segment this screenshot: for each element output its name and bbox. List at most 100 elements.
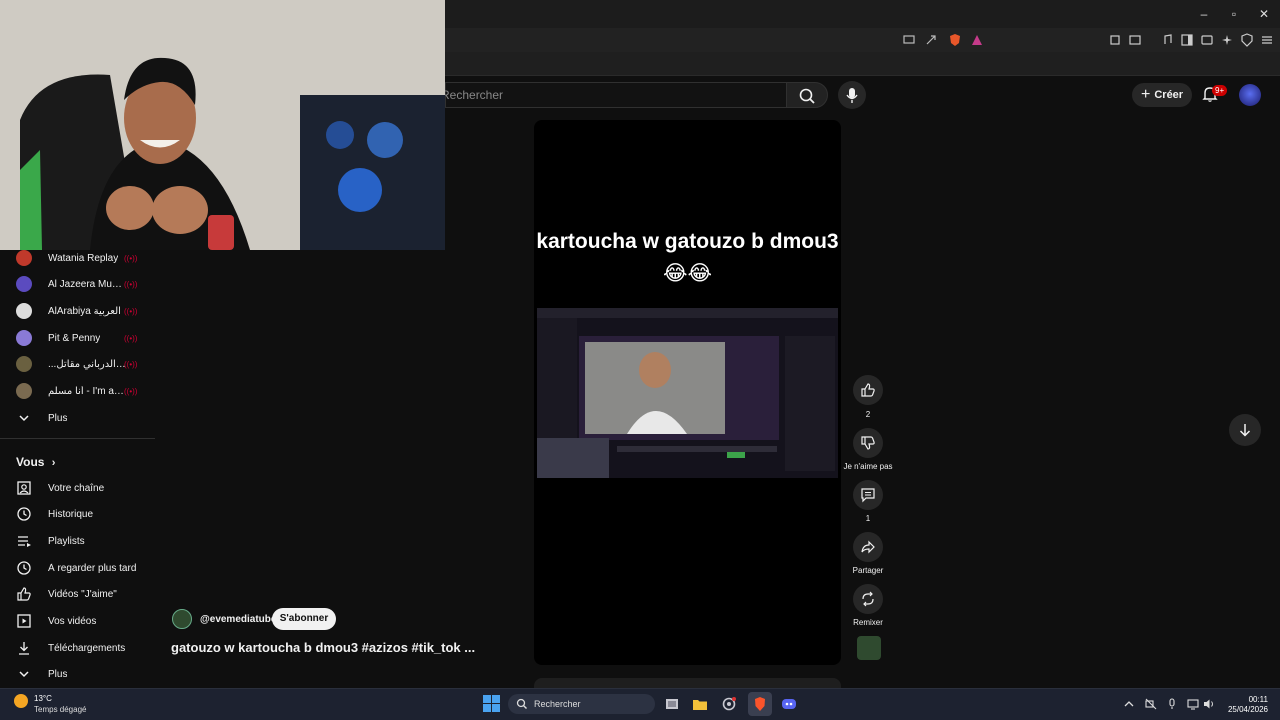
microphone-tray-icon[interactable] — [1166, 698, 1178, 710]
remix-button[interactable] — [853, 584, 883, 614]
plus-icon: + — [1141, 86, 1151, 103]
channel-avatar — [16, 330, 32, 346]
discord-button[interactable] — [781, 696, 797, 712]
sidebar-toggle-icon[interactable] — [1180, 33, 1194, 47]
sidebar-item-liked-videos[interactable]: Vidéos "J'aime" — [0, 581, 155, 607]
clock-date[interactable]: 25/04/2026 — [1224, 705, 1268, 714]
minimize-button[interactable]: – — [1196, 6, 1212, 22]
live-indicator-icon: ((•)) — [124, 279, 138, 289]
screenshot-icon[interactable] — [1128, 33, 1142, 47]
share-icon — [861, 540, 875, 554]
sidebar-item-label: Vidéos "J'aime" — [48, 588, 117, 600]
weather-temperature[interactable]: 13°C — [34, 694, 52, 703]
sidebar-item-history[interactable]: Historique — [0, 501, 155, 527]
sidebar-channel-aljazeera[interactable]: Al Jazeera Muba... ((•)) — [0, 271, 155, 297]
close-window-button[interactable]: ✕ — [1256, 6, 1272, 22]
volume-icon[interactable] — [1203, 698, 1215, 710]
sidebar-channel-label: AlArabiya العربية — [48, 305, 121, 317]
sidebar-show-more[interactable]: Plus — [0, 405, 155, 431]
sidebar-item-label: À regarder plus tard — [48, 562, 137, 574]
sidebar-channel-alarabiya[interactable]: AlArabiya العربية ((•)) — [0, 298, 155, 324]
channel-avatar — [16, 383, 32, 399]
sidebar-item-your-videos[interactable]: Vos vidéos — [0, 608, 155, 634]
next-video-button[interactable] — [1229, 414, 1261, 446]
channel-avatar[interactable] — [172, 609, 192, 629]
sidebar-item-label: Playlists — [48, 535, 85, 547]
sidebar-item-label: Vos vidéos — [48, 615, 97, 627]
sidebar-channel-label: أنا مسلم - I'm a Mus... — [48, 385, 126, 397]
weather-icon[interactable] — [14, 694, 28, 708]
account-avatar[interactable] — [1239, 84, 1261, 106]
sidebar-item-label: Historique — [48, 508, 94, 520]
brave-lion-icon — [755, 697, 765, 711]
sidebar-item-playlists[interactable]: Playlists — [0, 528, 155, 554]
windows-start-icon — [483, 695, 500, 712]
maximize-button[interactable]: ▫ — [1226, 6, 1242, 22]
sidebar-you-header[interactable]: Vous › — [16, 455, 55, 469]
start-button[interactable] — [483, 695, 500, 712]
dislike-label: Je n'aime pas — [843, 462, 893, 471]
microphone-icon — [846, 88, 858, 103]
sound-source-avatar[interactable] — [857, 636, 881, 660]
task-view-icon — [666, 699, 678, 709]
brave-shield-icon[interactable] — [948, 33, 962, 47]
weather-description[interactable]: Temps dégagé — [34, 705, 86, 714]
sidebar-item-your-channel[interactable]: Votre chaîne — [0, 475, 155, 501]
gear-icon — [722, 697, 736, 711]
sidebar-channel-label: Al Jazeera Muba... — [48, 278, 126, 290]
sidebar-more-label: Plus — [48, 668, 68, 680]
clock-icon — [16, 560, 32, 576]
sidebar-item-downloads[interactable]: Téléchargements — [0, 635, 155, 661]
thumb-down-icon — [861, 436, 875, 450]
thumb-up-icon — [16, 586, 32, 602]
sidebar-channel-pit-penny[interactable]: Pit & Penny ((•)) — [0, 325, 155, 351]
voice-search-button[interactable] — [838, 81, 866, 109]
sidebar-item-watch-later[interactable]: À regarder plus tard — [0, 555, 155, 581]
channel-avatar — [16, 356, 32, 372]
history-icon — [16, 506, 32, 522]
vpn-icon[interactable] — [1240, 33, 1254, 47]
network-icon[interactable] — [1187, 698, 1199, 710]
channel-avatar — [16, 276, 32, 292]
dislike-button[interactable] — [853, 428, 883, 458]
brave-browser-button[interactable] — [748, 692, 772, 716]
menu-icon[interactable] — [1260, 33, 1274, 47]
subscribe-button[interactable]: S'abonner — [272, 608, 336, 630]
create-label: Créer — [1154, 89, 1184, 101]
channel-name[interactable]: @evemediatube — [200, 614, 276, 625]
settings-app-button[interactable] — [721, 696, 737, 712]
task-view-button[interactable] — [664, 696, 680, 712]
sidebar-channel-im-a-muslim[interactable]: أنا مسلم - I'm a Mus... ((•)) — [0, 378, 155, 404]
share-page-icon[interactable] — [924, 33, 938, 47]
clock-time[interactable]: 00:11 — [1238, 695, 1268, 704]
search-button[interactable] — [786, 82, 828, 108]
video-title[interactable]: gatouzo w kartoucha b dmou3 #azizos #tik… — [171, 640, 475, 655]
brave-rewards-icon[interactable] — [970, 33, 984, 47]
comments-button[interactable] — [853, 480, 883, 510]
chevron-right-icon: › — [51, 457, 56, 469]
leo-ai-icon[interactable] — [1220, 33, 1234, 47]
tray-overflow-chevron-icon[interactable] — [1124, 699, 1134, 709]
sidebar-channel-mokatil[interactable]: ...مباشر بث الدرباني مقاتل ((•)) — [0, 351, 155, 377]
comment-icon — [861, 488, 875, 503]
chevron-down-icon — [16, 666, 32, 682]
taskbar-search[interactable]: Rechercher — [508, 694, 655, 714]
music-icon[interactable] — [1160, 33, 1174, 47]
folder-icon — [693, 700, 707, 710]
sidebar-item-label: Votre chaîne — [48, 482, 105, 494]
extensions-icon[interactable] — [1108, 33, 1122, 47]
notification-count-badge: 9+ — [1212, 85, 1228, 96]
like-button[interactable] — [853, 375, 883, 405]
create-button[interactable]: + Créer — [1132, 83, 1192, 107]
sidebar-item-label: Téléchargements — [48, 642, 126, 654]
channel-avatar — [16, 303, 32, 319]
camera-off-icon[interactable] — [1145, 698, 1157, 710]
sidebar-show-more-2[interactable]: Plus — [0, 661, 155, 687]
sidebar-channel-label: ...مباشر بث الدرباني مقاتل — [48, 358, 126, 370]
share-button[interactable] — [853, 532, 883, 562]
video-icon — [16, 613, 32, 629]
search-icon — [799, 88, 815, 104]
file-explorer-button[interactable] — [692, 696, 708, 712]
wallet-icon[interactable] — [1200, 33, 1214, 47]
cast-icon[interactable] — [902, 33, 916, 47]
